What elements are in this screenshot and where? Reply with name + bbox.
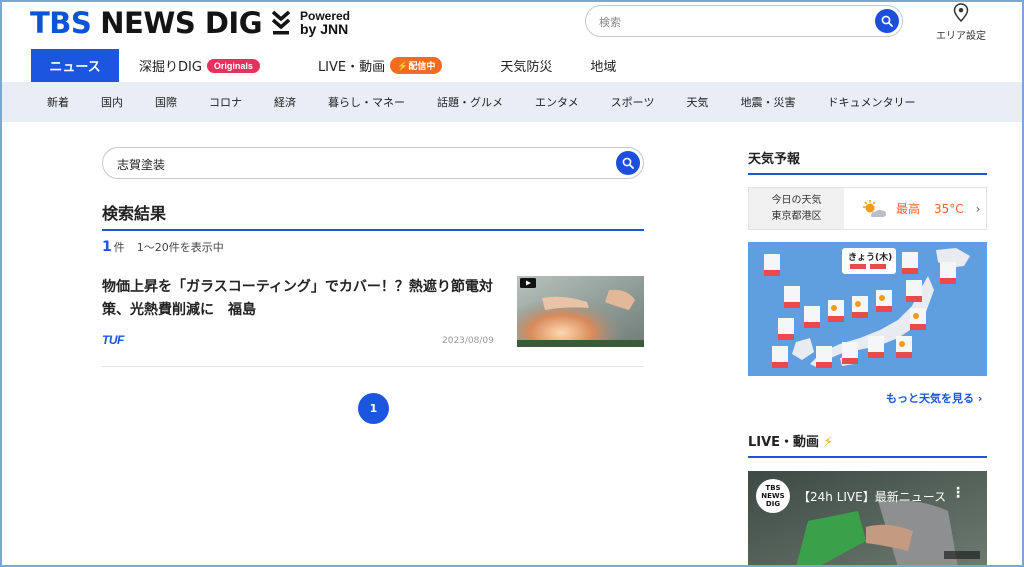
main-search-button[interactable] bbox=[616, 151, 640, 175]
tab-news[interactable]: ニュース bbox=[31, 49, 119, 82]
subnav-item-life-money[interactable]: 暮らし・マネー bbox=[328, 94, 405, 110]
logo-powered-by: Powered by JNN bbox=[300, 9, 351, 37]
weather-map-date-label: きょう(木) bbox=[848, 251, 892, 263]
tab-fukabori-dig[interactable]: 深掘りDIG Originals bbox=[119, 49, 280, 82]
article-thumbnail[interactable] bbox=[517, 276, 644, 347]
logo-tbs: TBS bbox=[30, 6, 92, 40]
search-query-value: 志賀塗装 bbox=[117, 158, 166, 172]
sunny-cloudy-icon bbox=[863, 199, 886, 217]
weather-map[interactable]: きょう(木) bbox=[748, 242, 987, 376]
search-placeholder: 検索 bbox=[599, 16, 621, 29]
article-date: 2023/08/09 bbox=[442, 336, 494, 346]
results-count-unit: 件 bbox=[113, 241, 125, 254]
subnav-item-economy[interactable]: 経済 bbox=[274, 94, 296, 110]
chevron-right-icon: › bbox=[975, 201, 981, 216]
max-temp-value: 35°C bbox=[934, 201, 964, 216]
tab-fukabori-label: 深掘りDIG bbox=[139, 60, 202, 75]
search-results-heading: 検索結果 bbox=[102, 200, 644, 231]
tab-live-label: LIVE・動画 bbox=[317, 60, 386, 75]
subnav-item-earthquake-disaster[interactable]: 地震・災害 bbox=[740, 94, 795, 110]
subnav-item-corona[interactable]: コロナ bbox=[209, 94, 242, 110]
tab-region-label: 地域 bbox=[590, 60, 617, 75]
area-setting-button[interactable]: エリア設定 bbox=[928, 3, 994, 42]
live-now-badge: ⚡配信中 bbox=[390, 57, 443, 74]
subnav-item-documentary[interactable]: ドキュメンタリー bbox=[827, 94, 915, 110]
article-list-item[interactable]: 物価上昇を「ガラスコーティング」でカバー！？熱遮り節電対策、光熱費削減に 福島 … bbox=[102, 270, 644, 367]
live-video-section-title: LIVE・動画 ⚡ bbox=[748, 431, 987, 458]
subnav-item-sports[interactable]: スポーツ bbox=[611, 94, 655, 110]
tab-weather-disaster[interactable]: 天気防災 bbox=[462, 49, 572, 82]
article-title[interactable]: 物価上昇を「ガラスコーティング」でカバー！？熱遮り節電対策、光熱費削減に 福島 bbox=[102, 276, 502, 322]
subnav-item-international[interactable]: 国際 bbox=[155, 94, 177, 110]
live-video-title: 【24h LIVE】最新ニュース bbox=[798, 490, 947, 504]
article-thumbnail-image bbox=[517, 276, 644, 347]
header-search-button[interactable] bbox=[875, 9, 899, 33]
lightning-icon: ⚡ bbox=[823, 435, 833, 450]
today-weather-card[interactable]: 今日の天気 東京都港区 最高 35°C › bbox=[748, 187, 987, 230]
article-source-logo: TUF bbox=[102, 333, 124, 347]
search-icon bbox=[622, 157, 634, 169]
today-weather-location: 今日の天気 東京都港区 bbox=[749, 188, 844, 229]
channel-avatar-text: TBS NEWS DIG bbox=[761, 484, 785, 508]
live-video-title-text: LIVE・動画 bbox=[748, 435, 820, 450]
lightning-icon: ⚡ bbox=[397, 61, 409, 71]
location-pin-icon bbox=[953, 3, 969, 23]
results-range-text: 1〜20件を表示中 bbox=[136, 241, 224, 254]
header-search-input[interactable]: 検索 bbox=[585, 5, 903, 37]
more-weather-link[interactable]: もっと天気を見る › bbox=[886, 390, 982, 406]
category-subnav: 新着 国内 国際 コロナ 経済 暮らし・マネー 話題・グルメ エンタメ スポーツ… bbox=[0, 82, 1024, 122]
tab-news-label: ニュース bbox=[49, 60, 101, 75]
search-icon bbox=[881, 15, 893, 27]
main-search-input[interactable]: 志賀塗装 bbox=[102, 147, 644, 179]
site-logo[interactable]: TBS NEWS DIG Powered by JNN bbox=[30, 6, 350, 40]
subnav-item-domestic[interactable]: 国内 bbox=[101, 94, 123, 110]
site-header: TBS NEWS DIG Powered by JNN 検索 エリア設定 ニュー… bbox=[0, 0, 1024, 82]
subnav-item-weather[interactable]: 天気 bbox=[686, 94, 708, 110]
results-count-number: 1 bbox=[102, 239, 112, 255]
japan-weather-map-image: きょう(木) bbox=[748, 242, 987, 376]
subnav-item-entertainment[interactable]: エンタメ bbox=[535, 94, 579, 110]
results-count: 1 件 1〜20件を表示中 bbox=[102, 239, 224, 255]
area-setting-label: エリア設定 bbox=[936, 31, 986, 42]
today-weather-heading: 今日の天気 bbox=[771, 194, 822, 206]
max-temp-label: 最高 bbox=[896, 202, 921, 216]
dig-mark-icon bbox=[271, 10, 291, 35]
tab-region[interactable]: 地域 bbox=[572, 49, 636, 82]
today-weather-forecast: 最高 35°C › bbox=[844, 188, 986, 229]
today-weather-area: 東京都港区 bbox=[771, 210, 822, 222]
tab-weather-label: 天気防災 bbox=[500, 60, 553, 75]
logo-news-dig: NEWS DIG bbox=[100, 6, 262, 40]
pagination-page-1[interactable]: 1 bbox=[358, 393, 389, 424]
subnav-item-topics-gourmet[interactable]: 話題・グルメ bbox=[437, 94, 503, 110]
live-video-player[interactable]: TBS NEWS DIG 【24h LIVE】最新ニュース ⋮ bbox=[748, 471, 987, 567]
subnav-item-new[interactable]: 新着 bbox=[47, 94, 69, 110]
video-play-icon bbox=[520, 278, 536, 288]
weather-section-title: 天気予報 bbox=[748, 148, 987, 175]
more-options-icon[interactable]: ⋮ bbox=[951, 485, 965, 501]
originals-badge: Originals bbox=[206, 58, 260, 73]
main-tabs: ニュース 深掘りDIG Originals LIVE・動画 ⚡配信中 天気防災 … bbox=[31, 49, 636, 82]
channel-avatar: TBS NEWS DIG bbox=[756, 479, 790, 513]
tab-live-video[interactable]: LIVE・動画 ⚡配信中 bbox=[280, 49, 462, 82]
